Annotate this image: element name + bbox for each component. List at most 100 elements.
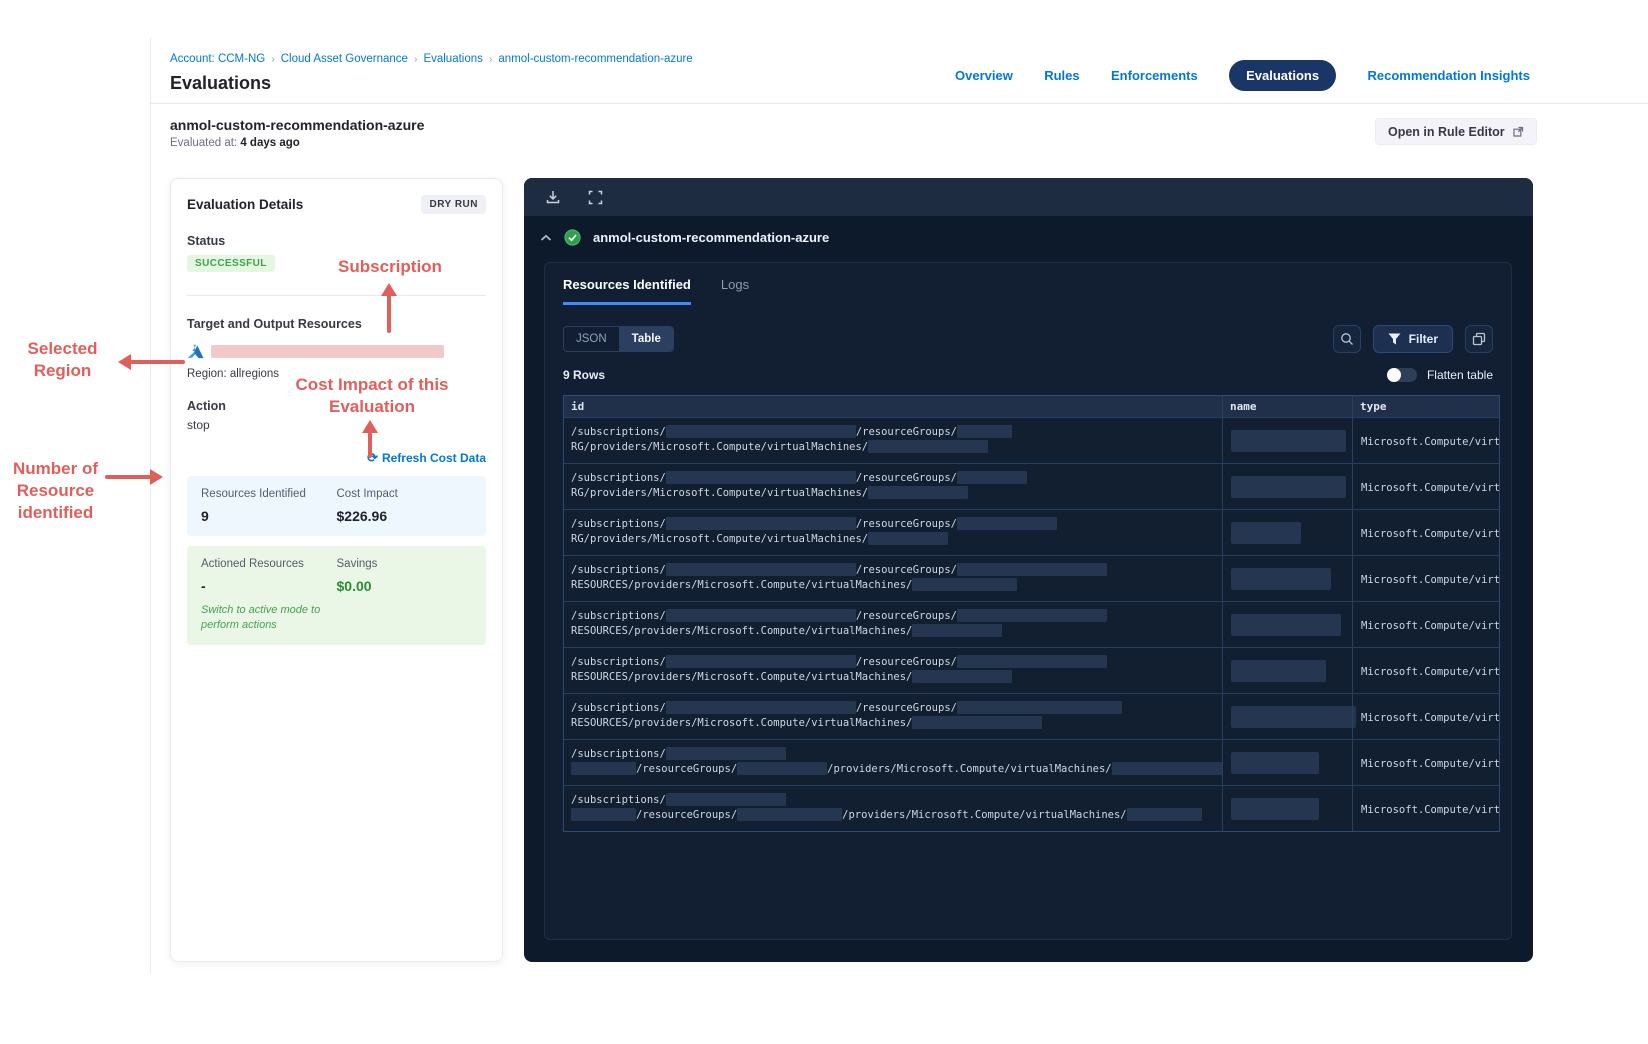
table-row[interactable]: /subscriptions/ /resourceGroups/RG/provid…: [564, 463, 1499, 509]
cell-type: Microsoft.Compute/virtualMachines: [1352, 464, 1499, 509]
cell-id: /subscriptions/ /resourceGroups/RG/provid…: [564, 510, 1222, 555]
id-text-segment: /resourceGroups/: [855, 610, 957, 622]
breadcrumb-evaluations[interactable]: Evaluations: [423, 53, 482, 65]
breadcrumb-rule[interactable]: anmol-custom-recommendation-azure: [498, 53, 692, 65]
annotation-resources: Number of Resource identified: [13, 459, 98, 522]
column-header-name[interactable]: name: [1222, 396, 1352, 417]
tab-overview[interactable]: Overview: [955, 68, 1013, 83]
redacted-segment: [868, 439, 989, 453]
header-divider: [150, 103, 1648, 104]
resources-table: id name type /subscriptions/ /resourceGro…: [563, 395, 1500, 832]
cell-id: /subscriptions/ /resourceGroups/RESOURCES…: [564, 556, 1222, 601]
fullscreen-icon[interactable]: [586, 188, 604, 206]
cell-name: [1222, 694, 1356, 739]
collapse-chevron-icon[interactable]: [540, 234, 552, 242]
annotation-resources-arrowhead: [150, 469, 163, 485]
id-text-segment: RESOURCES/providers/Microsoft.Compute/vi…: [571, 579, 913, 591]
annotation-cost-arrowline: [368, 432, 372, 458]
table-row[interactable]: /subscriptions/ /resourceGroups/ /provider…: [564, 739, 1499, 785]
type-value: Microsoft.Compute/virtualMachines: [1361, 574, 1499, 586]
redacted-segment: [571, 807, 636, 821]
type-value: Microsoft.Compute/virtualMachines: [1361, 436, 1499, 448]
id-text-segment: /resourceGroups/: [855, 656, 957, 668]
table-row[interactable]: /subscriptions/ /resourceGroups/RESOURCES…: [564, 555, 1499, 601]
cell-name: [1222, 740, 1352, 785]
redacted-name: [1231, 706, 1356, 728]
redacted-name: [1231, 522, 1301, 544]
tab-resources-identified[interactable]: Resources Identified: [563, 277, 691, 305]
redacted-segment: [665, 700, 856, 714]
redacted-segment: [665, 470, 856, 484]
cell-id: /subscriptions/ /resourceGroups/ /provider…: [564, 740, 1222, 785]
redacted-segment: [956, 608, 1107, 622]
action-value: stop: [187, 418, 210, 432]
table-row[interactable]: /subscriptions/ /resourceGroups/RESOURCES…: [564, 693, 1499, 739]
output-panel: anmol-custom-recommendation-azure Resour…: [524, 178, 1533, 962]
annotation-resources-arrowline: [105, 475, 151, 479]
id-text-segment: /subscriptions/: [571, 518, 666, 530]
evaluation-name: anmol-custom-recommendation-azure: [170, 117, 425, 133]
target-resources-label: Target and Output Resources: [187, 317, 362, 331]
flatten-table-toggle[interactable]: [1386, 368, 1417, 382]
redacted-segment: [956, 424, 1012, 438]
redacted-segment: [737, 761, 828, 775]
results-container: Resources Identified Logs JSON Table Fil…: [544, 262, 1512, 940]
column-header-id[interactable]: id: [564, 396, 1222, 417]
copy-button[interactable]: [1465, 325, 1493, 353]
id-text-segment: /providers/Microsoft.Compute/virtualMach…: [842, 809, 1127, 821]
tab-logs[interactable]: Logs: [721, 277, 749, 305]
redacted-segment: [665, 608, 856, 622]
id-text-segment: RG/providers/Microsoft.Compute/virtualMa…: [571, 441, 869, 453]
tab-enforcements[interactable]: Enforcements: [1111, 68, 1198, 83]
cell-name: [1222, 648, 1352, 693]
cell-type: Microsoft.Compute/virtualMachines: [1352, 648, 1499, 693]
open-rule-editor-button[interactable]: Open in Rule Editor: [1375, 118, 1537, 145]
redacted-name: [1231, 476, 1346, 498]
table-row[interactable]: /subscriptions/ /resourceGroups/ /provider…: [564, 785, 1499, 831]
cell-name: [1222, 418, 1352, 463]
annotation-subscription: Subscription: [338, 257, 442, 276]
status-label: Status: [187, 234, 226, 248]
cell-name: [1222, 786, 1352, 831]
table-row[interactable]: /subscriptions/ /resourceGroups/RG/provid…: [564, 417, 1499, 463]
type-value: Microsoft.Compute/virtualMachines: [1361, 804, 1499, 816]
annotation-subscription-arrowline: [387, 295, 391, 333]
redacted-segment: [571, 761, 636, 775]
tab-evaluations[interactable]: Evaluations: [1229, 60, 1337, 91]
table-row[interactable]: /subscriptions/ /resourceGroups/RESOURCES…: [564, 601, 1499, 647]
download-icon[interactable]: [544, 188, 562, 206]
table-row[interactable]: /subscriptions/ /resourceGroups/RESOURCES…: [564, 647, 1499, 693]
type-value: Microsoft.Compute/virtualMachines: [1361, 528, 1499, 540]
refresh-cost-data-link[interactable]: ⟳ Refresh Cost Data: [187, 450, 486, 466]
redacted-segment: [665, 424, 856, 438]
filter-button[interactable]: Filter: [1372, 325, 1453, 353]
annotation-cost-impact: Cost Impact of this Evaluation: [295, 375, 449, 416]
breadcrumb-account[interactable]: Account: CCM-NG: [170, 53, 265, 65]
cell-name: [1222, 510, 1352, 555]
cell-type: Microsoft.Compute/virtualMachines: [1352, 694, 1499, 739]
column-header-type[interactable]: type: [1352, 396, 1499, 417]
savings-value: $0.00: [336, 578, 372, 594]
id-text-segment: /resourceGroups/: [636, 763, 738, 775]
table-row[interactable]: /subscriptions/ /resourceGroups/RG/provid…: [564, 509, 1499, 555]
annotation-region-arrowline: [130, 360, 185, 364]
view-table[interactable]: Table: [618, 327, 673, 351]
type-value: Microsoft.Compute/virtualMachines: [1361, 620, 1499, 632]
redacted-segment: [665, 654, 856, 668]
redacted-name: [1231, 752, 1319, 774]
cost-impact-value: $226.96: [336, 508, 388, 524]
id-text-segment: RESOURCES/providers/Microsoft.Compute/vi…: [571, 717, 913, 729]
tab-recommendation-insights[interactable]: Recommendation Insights: [1367, 68, 1530, 83]
redacted-segment: [912, 623, 1003, 637]
breadcrumb-cag[interactable]: Cloud Asset Governance: [281, 53, 408, 65]
type-value: Microsoft.Compute/virtualMachines: [1361, 666, 1499, 678]
cell-type: Microsoft.Compute/virtualMachines: [1352, 602, 1499, 647]
redacted-segment: [665, 746, 786, 760]
filter-icon: [1388, 333, 1401, 345]
search-button[interactable]: [1332, 325, 1361, 353]
redacted-segment: [1126, 807, 1202, 821]
id-text-segment: /subscriptions/: [571, 564, 666, 576]
tab-rules[interactable]: Rules: [1044, 68, 1079, 83]
active-mode-note: Switch to active mode to perform actions: [201, 604, 321, 631]
view-json[interactable]: JSON: [564, 327, 619, 351]
